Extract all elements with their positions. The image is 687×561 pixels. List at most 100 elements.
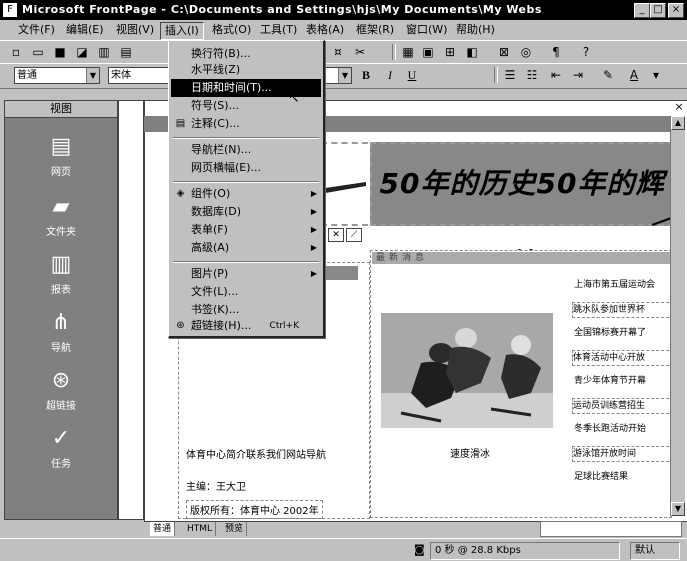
image-placeholder-icon[interactable]: ✕: [328, 228, 344, 242]
menu-item-component[interactable]: ◈ 组件(O) ▶: [171, 185, 321, 203]
shortcut-label: Ctrl+K: [269, 321, 299, 331]
help-icon[interactable]: ?: [578, 44, 594, 60]
submenu-arrow-icon: ▶: [310, 207, 317, 216]
menu-tools[interactable]: 工具(T): [256, 22, 301, 38]
insert-table-icon[interactable]: ▦: [400, 44, 416, 60]
image-placeholder-icon[interactable]: ⟋: [346, 228, 362, 242]
close-icon[interactable]: ×: [672, 100, 686, 114]
view-reports-button[interactable]: ▥ 报表: [5, 251, 117, 296]
folder-list-pane[interactable]: [118, 100, 144, 520]
menu-item-advanced[interactable]: 高级(A) ▶: [171, 239, 321, 257]
chevron-down-icon[interactable]: ▾: [648, 67, 664, 83]
hyperlink-icon[interactable]: ⊞: [442, 44, 458, 60]
menu-edit[interactable]: 编辑(E): [62, 22, 108, 38]
views-header: 视图: [5, 101, 117, 118]
bold-button[interactable]: B: [358, 67, 374, 83]
news-link[interactable]: 游泳馆开放时间: [572, 446, 674, 462]
news-link[interactable]: 上海市第五届运动会: [574, 278, 674, 292]
scroll-up-icon[interactable]: ▲: [671, 116, 685, 130]
menu-item-hyperlink[interactable]: ⊛ 超链接(H)... Ctrl+K: [171, 317, 321, 335]
view-tasks-button[interactable]: ✓ 任务: [5, 425, 117, 470]
view-page-button[interactable]: ▤ 网页: [5, 133, 117, 178]
menu-item-navigation-bar[interactable]: 导航栏(N)...: [171, 141, 321, 159]
speed-skating-photo[interactable]: [381, 313, 553, 428]
menu-table[interactable]: 表格(A): [302, 22, 348, 38]
navigation-icon: ⋔: [51, 310, 71, 335]
editor-credit: 主编：王大卫: [186, 482, 246, 493]
news-link[interactable]: 足球比赛结果: [574, 470, 674, 484]
page-banner[interactable]: 50年的历史50年的辉煌: [370, 142, 674, 280]
menu-item-comment[interactable]: ▤ 注释(C)...: [171, 115, 321, 133]
submenu-arrow-icon: ▶: [310, 225, 317, 234]
menu-item-database[interactable]: 数据库(D) ▶: [171, 203, 321, 221]
folder-list-icon[interactable]: ▥: [96, 44, 112, 60]
maximize-button[interactable]: □: [650, 3, 666, 18]
close-button[interactable]: ×: [668, 3, 684, 18]
paragraph-icon[interactable]: ¶: [548, 44, 564, 60]
chevron-down-icon[interactable]: ▼: [86, 68, 99, 83]
menu-item-form[interactable]: 表单(F) ▶: [171, 221, 321, 239]
font-color-icon[interactable]: A: [626, 67, 642, 83]
news-link[interactable]: 运动员训练营招生: [572, 398, 674, 414]
mouse-cursor-icon: ↖: [288, 90, 300, 106]
news-link[interactable]: 跳水队参加世界杯: [572, 302, 674, 318]
font-size-select[interactable]: ▼: [322, 67, 352, 84]
menu-format[interactable]: 格式(O): [208, 22, 255, 38]
menu-file[interactable]: 文件(F): [14, 22, 59, 38]
tab-preview[interactable]: 预览: [222, 522, 248, 536]
tab-html[interactable]: HTML: [184, 522, 217, 536]
menu-window[interactable]: 窗口(W): [402, 22, 451, 38]
save-icon[interactable]: ■: [52, 44, 68, 60]
stop-icon[interactable]: ⊠: [496, 44, 512, 60]
print-icon[interactable]: ▤: [118, 44, 134, 60]
minimize-button[interactable]: _: [634, 3, 650, 18]
increase-indent-icon[interactable]: ⇥: [570, 67, 586, 83]
menu-frames[interactable]: 框架(R): [352, 22, 398, 38]
horizontal-scrollbar[interactable]: [540, 521, 682, 537]
font-select[interactable]: 宋体: [108, 67, 172, 84]
view-hyperlinks-button[interactable]: ⊛ 超链接: [5, 367, 117, 412]
numbered-list-icon[interactable]: ☰: [502, 67, 518, 83]
spell-check-icon[interactable]: ¤: [330, 44, 346, 60]
menu-separator: [173, 261, 319, 263]
cut-icon[interactable]: ✂: [352, 44, 368, 60]
frontpage-app-icon[interactable]: F: [3, 3, 17, 17]
tasks-icon: ✓: [51, 426, 71, 451]
menu-help[interactable]: 帮助(H): [452, 22, 499, 38]
status-bar: ◙ 0 秒 @ 28.8 Kbps 默认: [0, 538, 687, 561]
footer-links[interactable]: 体育中心简介联系我们网站导航: [186, 446, 326, 461]
vertical-scrollbar[interactable]: ▲ ▼: [670, 116, 685, 516]
news-link[interactable]: 冬季长跑活动开始: [574, 422, 674, 436]
scroll-down-icon[interactable]: ▼: [671, 502, 685, 516]
news-link[interactable]: 全国锦标赛开幕了: [574, 326, 674, 340]
menu-item-file[interactable]: 文件(L)...: [171, 283, 321, 301]
style-select[interactable]: 普通 ▼: [14, 67, 100, 84]
insert-picture-icon[interactable]: ▣: [420, 44, 436, 60]
tab-normal[interactable]: 普通: [150, 522, 176, 536]
menu-item-page-banner[interactable]: 网页横幅(E)...: [171, 159, 321, 177]
new-page-icon[interactable]: ▫: [8, 44, 24, 60]
underline-button[interactable]: U: [404, 67, 420, 83]
italic-button[interactable]: I: [382, 67, 398, 83]
highlight-icon[interactable]: ✎: [600, 67, 616, 83]
menu-view[interactable]: 视图(V): [112, 22, 158, 38]
menu-item-picture[interactable]: 图片(P) ▶: [171, 265, 321, 283]
show-all-icon[interactable]: ◎: [518, 44, 534, 60]
menu-item-horizontal-line[interactable]: 水平线(Z): [171, 61, 321, 79]
decrease-indent-icon[interactable]: ⇤: [548, 67, 564, 83]
publish-icon[interactable]: ◪: [74, 44, 90, 60]
chevron-down-icon[interactable]: ▼: [338, 68, 351, 83]
news-link[interactable]: 体育活动中心开放: [572, 350, 674, 366]
view-folders-button[interactable]: ▰ 文件夹: [5, 193, 117, 238]
bulleted-list-icon[interactable]: ☷: [524, 67, 540, 83]
menu-insert[interactable]: 插入(I): [160, 22, 204, 40]
view-navigation-button[interactable]: ⋔ 导航: [5, 309, 117, 354]
views-bar: 视图 ▤ 网页 ▰ 文件夹 ▥ 报表 ⋔ 导航 ⊛ 超链接 ✓ 任务: [4, 100, 118, 520]
open-icon[interactable]: ▭: [30, 44, 46, 60]
reports-icon: ▥: [50, 252, 72, 277]
menu-separator: [173, 137, 319, 139]
left-header-bar: [320, 266, 358, 280]
copyright-text: 版权所有：体育中心 2002年: [186, 500, 323, 519]
news-link[interactable]: 青少年体育节开幕: [574, 374, 674, 388]
refresh-icon[interactable]: ◧: [464, 44, 480, 60]
